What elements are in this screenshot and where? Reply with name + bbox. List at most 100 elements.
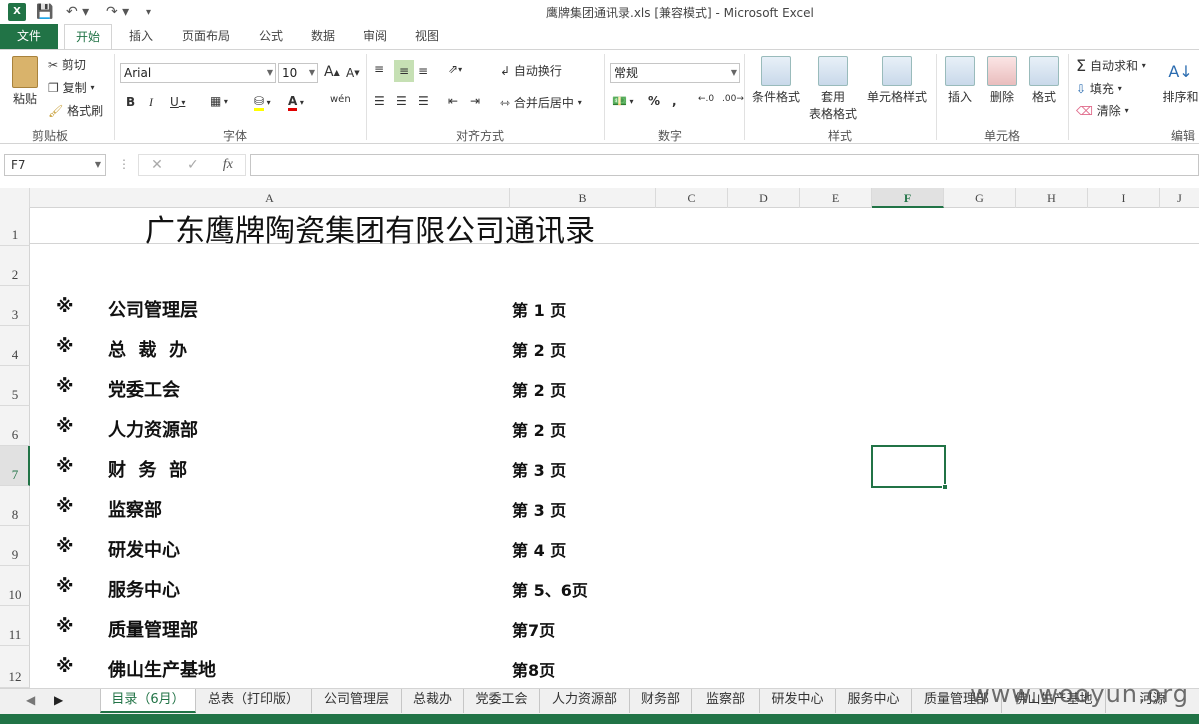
increase-decimal-button[interactable]: ←.0 bbox=[698, 94, 714, 104]
sheet-tab-audit[interactable]: 监察部 bbox=[692, 689, 760, 713]
redo-icon[interactable]: ↷ ▾ bbox=[106, 3, 129, 21]
insert-cells-button[interactable]: 插入 bbox=[942, 56, 978, 105]
tab-review[interactable]: 审阅 bbox=[352, 24, 398, 49]
row-header-11[interactable]: 11 bbox=[0, 606, 30, 646]
cancel-icon[interactable]: ✕ bbox=[151, 157, 163, 173]
sheet-tab-summary[interactable]: 总表（打印版） bbox=[196, 689, 312, 713]
entry-page[interactable]: 第 1 页 bbox=[512, 297, 566, 321]
selected-cell-f7[interactable] bbox=[871, 445, 948, 490]
sheet-tab-hr[interactable]: 人力资源部 bbox=[540, 689, 630, 713]
percent-style-button[interactable]: % bbox=[648, 94, 660, 108]
accounting-format-button[interactable]: 💵 ▾ bbox=[612, 94, 634, 108]
entry-page[interactable]: 第 5、6页 bbox=[512, 577, 588, 601]
row-header-7[interactable]: 7 bbox=[0, 446, 30, 486]
column-header-a[interactable]: A bbox=[30, 188, 510, 208]
sheet-tab-finance[interactable]: 财务部 bbox=[630, 689, 692, 713]
entry-name[interactable]: 公司管理层 bbox=[108, 296, 198, 322]
tab-formulas[interactable]: 公式 bbox=[248, 24, 294, 49]
column-header-e[interactable]: E bbox=[800, 188, 872, 208]
font-name-select[interactable]: Arial ▼ bbox=[120, 63, 276, 83]
sheet-title-cell[interactable]: 广东鹰牌陶瓷集团有限公司通讯录 bbox=[145, 206, 595, 250]
align-bottom-button[interactable]: ≡ bbox=[418, 64, 428, 78]
font-color-button[interactable]: A ▾ bbox=[288, 94, 304, 111]
name-box[interactable]: F7 ▼ bbox=[4, 154, 106, 176]
scroll-right-icon[interactable]: ▶ bbox=[54, 693, 63, 707]
wrap-text-button[interactable]: ↲ 自动换行 bbox=[500, 62, 562, 79]
decrease-indent-button[interactable]: ⇤ bbox=[448, 94, 458, 108]
entry-mark[interactable]: ※ bbox=[56, 496, 74, 517]
tab-page-layout[interactable]: 页面布局 bbox=[170, 24, 242, 49]
scroll-left-icon[interactable]: ◀ bbox=[26, 693, 35, 707]
formula-input[interactable] bbox=[250, 154, 1199, 176]
column-header-i[interactable]: I bbox=[1088, 188, 1160, 208]
entry-name[interactable]: 监察部 bbox=[108, 496, 162, 522]
clear-button[interactable]: ⌫ 清除 ▾ bbox=[1076, 102, 1129, 119]
row-header-3[interactable]: 3 bbox=[0, 286, 30, 326]
entry-page[interactable]: 第 3 页 bbox=[512, 457, 566, 481]
row-header-10[interactable]: 10 bbox=[0, 566, 30, 606]
paste-button[interactable]: 粘贴 bbox=[6, 56, 44, 107]
tab-insert[interactable]: 插入 bbox=[118, 24, 164, 49]
borders-button[interactable]: ▦ ▾ bbox=[210, 94, 228, 108]
column-header-c[interactable]: C bbox=[656, 188, 728, 208]
merge-center-button[interactable]: ⇿ 合并后居中 ▾ bbox=[500, 94, 582, 111]
tab-home[interactable]: 开始 bbox=[64, 24, 112, 50]
increase-indent-button[interactable]: ⇥ bbox=[470, 94, 480, 108]
number-format-select[interactable]: 常规 ▼ bbox=[610, 63, 740, 83]
entry-mark[interactable]: ※ bbox=[56, 296, 74, 317]
row-header-5[interactable]: 5 bbox=[0, 366, 30, 406]
entry-name[interactable]: 党委工会 bbox=[108, 376, 180, 402]
entry-name[interactable]: 人力资源部 bbox=[108, 416, 198, 442]
entry-name[interactable]: 服务中心 bbox=[108, 576, 180, 602]
format-painter-button[interactable]: 🖌 格式刷 bbox=[48, 102, 103, 119]
entry-name[interactable]: 研发中心 bbox=[108, 536, 180, 562]
phonetic-button[interactable]: wén bbox=[330, 94, 351, 105]
format-cells-button[interactable]: 格式 bbox=[1026, 56, 1062, 105]
bold-button[interactable]: B bbox=[126, 95, 135, 109]
format-as-table-button[interactable]: 套用 表格格式 bbox=[804, 56, 862, 122]
entry-mark[interactable]: ※ bbox=[56, 456, 74, 477]
conditional-formatting-button[interactable]: 条件格式 bbox=[750, 56, 802, 105]
entry-page[interactable]: 第 2 页 bbox=[512, 377, 566, 401]
entry-page[interactable]: 第 2 页 bbox=[512, 417, 566, 441]
row-header-1[interactable]: 1 bbox=[0, 208, 30, 246]
sheet-tab-management[interactable]: 公司管理层 bbox=[312, 689, 402, 713]
entry-name[interactable]: 财 务 部 bbox=[108, 456, 187, 482]
column-header-d[interactable]: D bbox=[728, 188, 800, 208]
entry-page[interactable]: 第 2 页 bbox=[512, 337, 566, 361]
row-header-6[interactable]: 6 bbox=[0, 406, 30, 446]
sheet-tab-party-union[interactable]: 党委工会 bbox=[464, 689, 540, 713]
font-size-select[interactable]: 10 ▼ bbox=[278, 63, 318, 83]
entry-mark[interactable]: ※ bbox=[56, 376, 74, 397]
cell-styles-button[interactable]: 单元格样式 bbox=[864, 56, 930, 105]
sheet-tab-directory[interactable]: 目录（6月） bbox=[100, 689, 196, 713]
row-header-2[interactable]: 2 bbox=[0, 246, 30, 286]
align-right-button[interactable]: ☰ bbox=[418, 94, 429, 108]
orientation-button[interactable]: ⇗ ▾ bbox=[448, 62, 462, 76]
entry-name[interactable]: 佛山生产基地 bbox=[108, 656, 216, 682]
comma-style-button[interactable]: , bbox=[672, 94, 677, 108]
select-all-corner[interactable] bbox=[0, 188, 30, 208]
save-icon[interactable]: 💾 bbox=[36, 3, 53, 21]
sort-filter-button[interactable]: A↓ 排序和 bbox=[1162, 56, 1199, 105]
grow-font-button[interactable]: A ▲ bbox=[324, 64, 340, 80]
decrease-decimal-button[interactable]: .00→ bbox=[722, 94, 744, 104]
italic-button[interactable]: I bbox=[149, 95, 153, 110]
row-header-9[interactable]: 9 bbox=[0, 526, 30, 566]
entry-name[interactable]: 总 裁 办 bbox=[108, 336, 187, 362]
fill-button[interactable]: ⇩ 填充 ▾ bbox=[1076, 80, 1122, 97]
align-left-button[interactable]: ☰ bbox=[374, 94, 385, 108]
delete-cells-button[interactable]: 删除 bbox=[984, 56, 1020, 105]
entry-mark[interactable]: ※ bbox=[56, 416, 74, 437]
entry-page[interactable]: 第7页 bbox=[512, 617, 555, 641]
column-header-b[interactable]: B bbox=[510, 188, 656, 208]
entry-page[interactable]: 第 4 页 bbox=[512, 537, 566, 561]
row-header-8[interactable]: 8 bbox=[0, 486, 30, 526]
autosum-button[interactable]: Σ 自动求和 ▾ bbox=[1076, 56, 1146, 75]
enter-icon[interactable]: ✓ bbox=[187, 157, 199, 173]
entry-mark[interactable]: ※ bbox=[56, 336, 74, 357]
column-header-f[interactable]: F bbox=[872, 188, 944, 208]
fill-handle[interactable] bbox=[942, 484, 948, 490]
cut-button[interactable]: ✂ 剪切 bbox=[48, 56, 86, 73]
entry-page[interactable]: 第8页 bbox=[512, 657, 555, 681]
